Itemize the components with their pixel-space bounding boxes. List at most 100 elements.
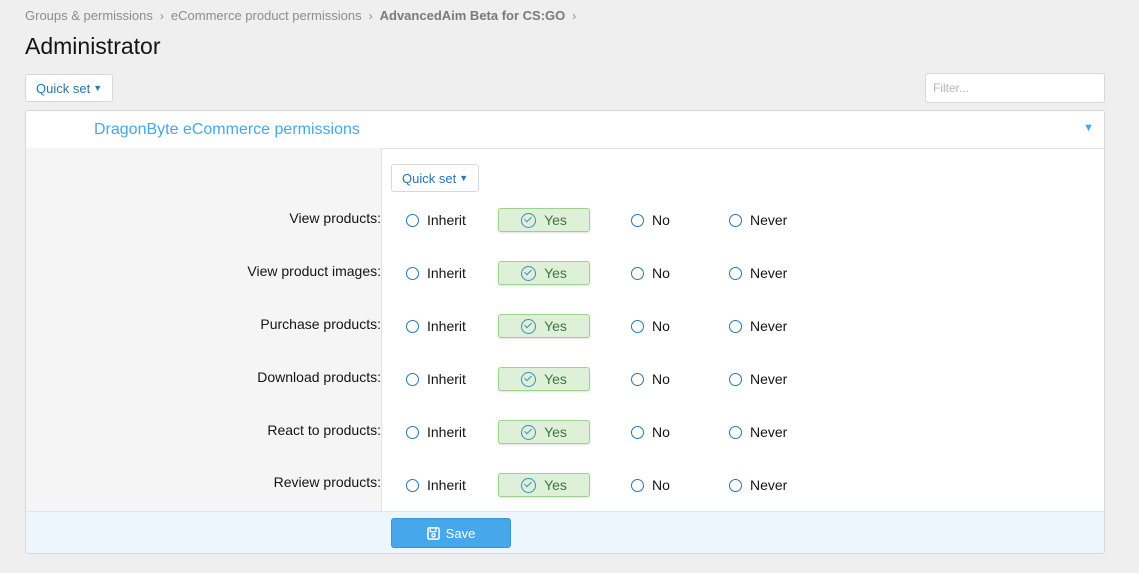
option-label: Yes <box>544 265 567 281</box>
radio-icon <box>729 478 742 492</box>
option-label: Never <box>750 477 788 493</box>
option-yes-selected[interactable]: Yes <box>498 208 590 232</box>
option-never[interactable]: Never <box>729 212 787 228</box>
option-yes-selected[interactable]: Yes <box>498 420 590 444</box>
option-never[interactable]: Never <box>729 371 787 387</box>
option-label: No <box>652 371 670 387</box>
radio-icon <box>729 213 742 227</box>
check-circle-icon <box>521 212 537 228</box>
check-circle-icon <box>521 371 537 387</box>
permissions-panel: DragonByte eCommerce permissions ▼ View … <box>25 110 1105 554</box>
option-label: Never <box>750 424 788 440</box>
save-label: Save <box>445 525 476 541</box>
breadcrumb-separator-icon: › <box>368 8 373 23</box>
option-inherit[interactable]: Inherit <box>406 424 466 440</box>
breadcrumb-item-product[interactable]: AdvancedAim Beta for CS:GO <box>380 8 566 23</box>
page-title: Administrator <box>25 33 161 59</box>
option-inherit[interactable]: Inherit <box>406 212 466 228</box>
radio-icon <box>631 372 644 386</box>
radio-icon <box>729 319 742 333</box>
option-label: Never <box>750 212 788 228</box>
radio-icon <box>729 266 742 280</box>
option-label: Yes <box>544 212 567 228</box>
option-no[interactable]: No <box>631 318 670 334</box>
option-yes-selected[interactable]: Yes <box>498 367 590 391</box>
row-label-review-products: Review products: <box>273 474 381 490</box>
quick-set-button[interactable]: Quick set ▼ <box>25 74 114 102</box>
row-label-download-products: Download products: <box>257 369 381 385</box>
panel-header[interactable]: DragonByte eCommerce permissions ▼ <box>26 111 1104 149</box>
row-label-view-product-images: View product images: <box>247 263 381 279</box>
panel-footer: Save <box>26 511 1104 553</box>
option-label: Inherit <box>427 477 466 493</box>
option-yes-selected[interactable]: Yes <box>498 261 590 285</box>
save-icon <box>426 526 440 540</box>
option-label: No <box>652 212 670 228</box>
radio-icon <box>631 266 644 280</box>
option-inherit[interactable]: Inherit <box>406 477 466 493</box>
option-label: No <box>652 424 670 440</box>
option-label: No <box>652 265 670 281</box>
option-label: Never <box>750 318 788 334</box>
option-label: No <box>652 477 670 493</box>
option-inherit[interactable]: Inherit <box>406 265 466 281</box>
breadcrumb-item-ecommerce-permissions[interactable]: eCommerce product permissions <box>171 8 362 23</box>
quick-set-label: Quick set <box>36 80 91 96</box>
option-label: Yes <box>544 318 567 334</box>
radio-icon <box>631 319 644 333</box>
radio-icon <box>729 372 742 386</box>
check-circle-icon <box>521 477 537 493</box>
option-yes-selected[interactable]: Yes <box>498 473 590 497</box>
option-never[interactable]: Never <box>729 265 787 281</box>
panel-quick-set-button[interactable]: Quick set ▼ <box>391 164 480 192</box>
option-no[interactable]: No <box>631 477 670 493</box>
option-label: Never <box>750 265 788 281</box>
check-circle-icon <box>521 318 537 334</box>
radio-icon <box>406 425 419 439</box>
option-label: Inherit <box>427 212 466 228</box>
label-column: View products: View product images: Purc… <box>26 148 382 511</box>
row-label-react-to-products: React to products: <box>267 422 381 438</box>
breadcrumb-separator-icon: › <box>572 8 577 23</box>
option-never[interactable]: Never <box>729 477 787 493</box>
option-label: Never <box>750 371 788 387</box>
panel-title: DragonByte eCommerce permissions <box>94 121 360 138</box>
filter-input[interactable] <box>925 73 1105 103</box>
option-label: Yes <box>544 371 567 387</box>
radio-icon <box>406 266 419 280</box>
radio-icon <box>406 372 419 386</box>
option-label: Inherit <box>427 318 466 334</box>
option-no[interactable]: No <box>631 212 670 228</box>
option-label: Yes <box>544 477 567 493</box>
option-inherit[interactable]: Inherit <box>406 371 466 387</box>
radio-icon <box>631 478 644 492</box>
option-label: Inherit <box>427 424 466 440</box>
option-inherit[interactable]: Inherit <box>406 318 466 334</box>
caret-down-icon: ▼ <box>93 83 103 93</box>
option-label: Inherit <box>427 265 466 281</box>
breadcrumb: Groups & permissions › eCommerce product… <box>25 8 583 23</box>
breadcrumb-separator-icon: › <box>159 8 164 23</box>
radio-icon <box>729 425 742 439</box>
check-circle-icon <box>521 265 537 281</box>
option-no[interactable]: No <box>631 265 670 281</box>
option-label: Inherit <box>427 371 466 387</box>
radio-icon <box>631 425 644 439</box>
option-yes-selected[interactable]: Yes <box>498 314 590 338</box>
quick-set-label: Quick set <box>402 170 457 186</box>
option-never[interactable]: Never <box>729 424 787 440</box>
caret-down-icon: ▼ <box>459 173 469 183</box>
radio-icon <box>631 213 644 227</box>
radio-icon <box>406 478 419 492</box>
radio-icon <box>406 213 419 227</box>
collapse-icon[interactable]: ▼ <box>1083 122 1094 134</box>
option-no[interactable]: No <box>631 424 670 440</box>
option-no[interactable]: No <box>631 371 670 387</box>
breadcrumb-item-groups-permissions[interactable]: Groups & permissions <box>25 8 153 23</box>
option-label: No <box>652 318 670 334</box>
check-circle-icon <box>521 424 537 440</box>
row-label-purchase-products: Purchase products: <box>260 316 381 332</box>
option-never[interactable]: Never <box>729 318 787 334</box>
radio-icon <box>406 319 419 333</box>
save-button[interactable]: Save <box>391 518 511 548</box>
